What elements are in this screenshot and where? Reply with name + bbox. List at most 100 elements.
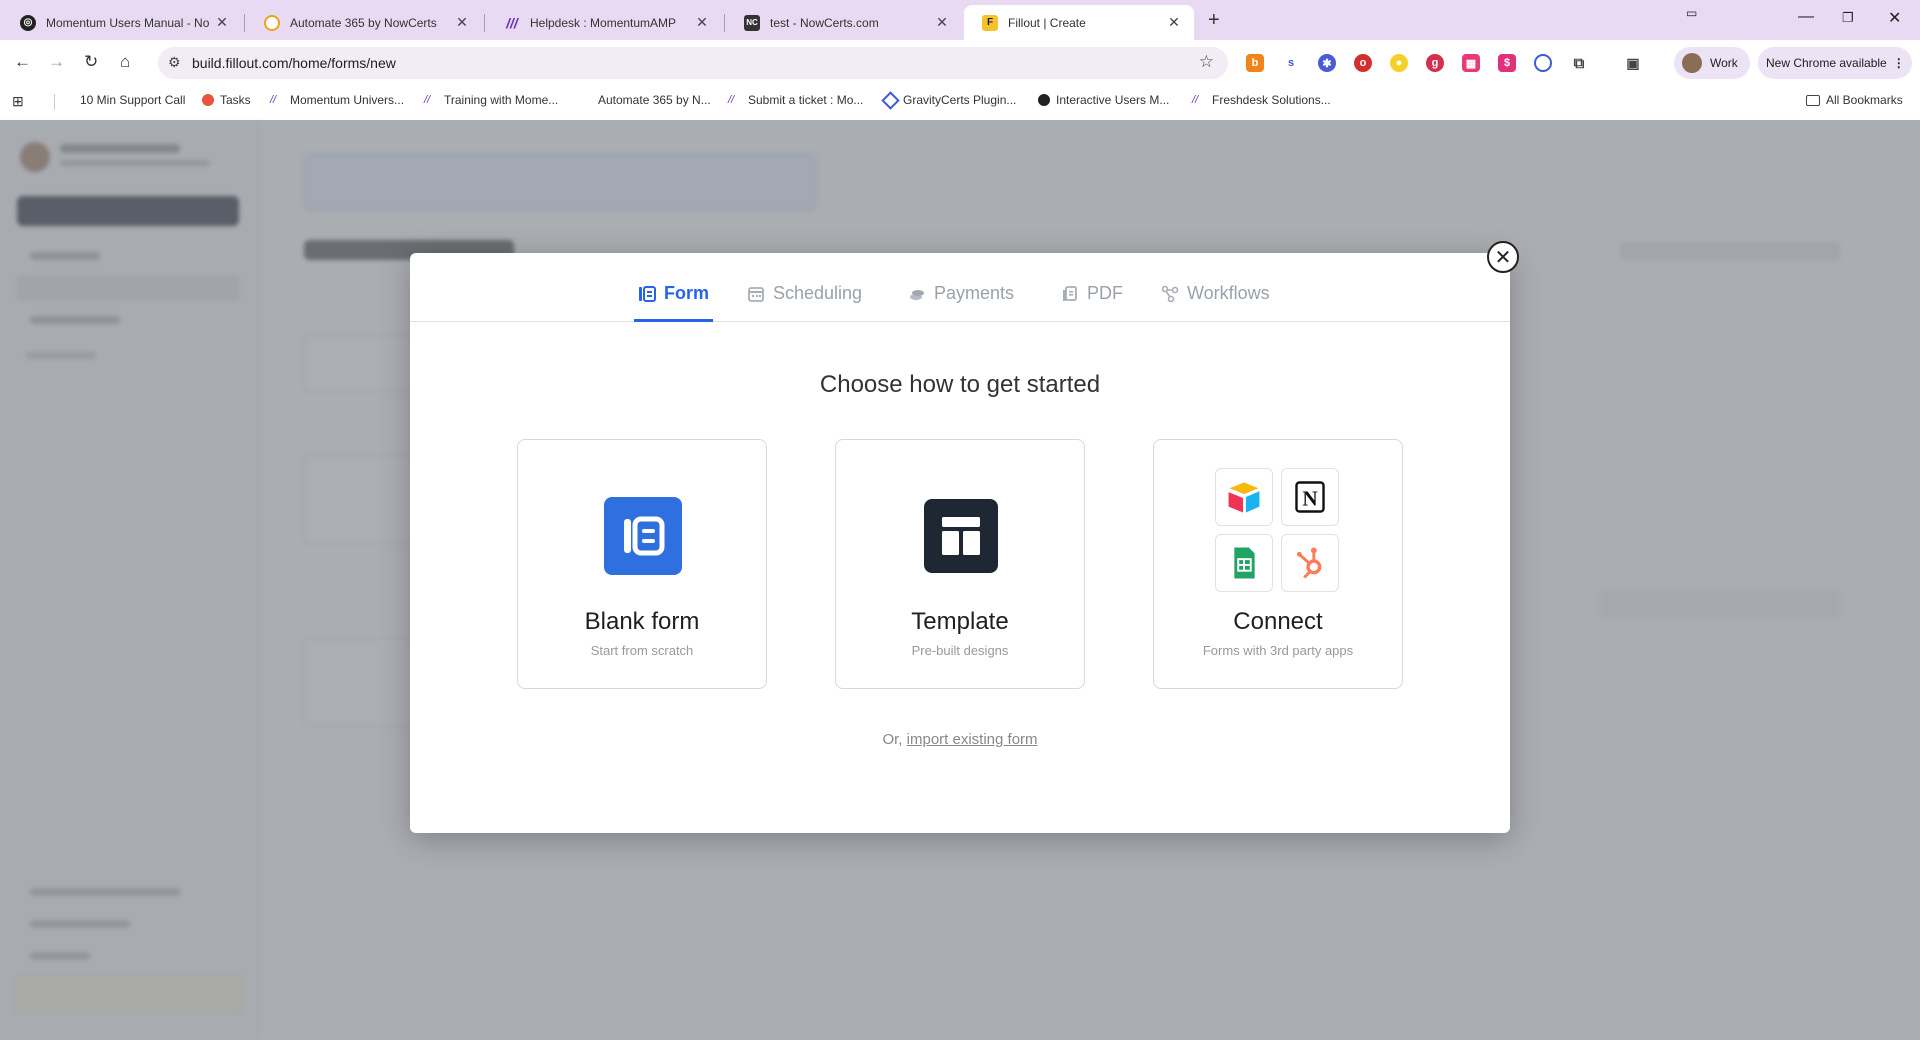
restore-button[interactable]: ❐: [1842, 10, 1854, 26]
bookmark-label: Training with Mome...: [444, 93, 559, 107]
template-icon: [924, 499, 998, 573]
blank-form-icon: [604, 497, 682, 575]
close-tab-icon[interactable]: ✕: [214, 14, 230, 31]
bookmark-label: 10 Min Support Call: [80, 93, 186, 107]
bookmark-label: Momentum Univers...: [290, 93, 405, 107]
card-title: Blank form: [584, 608, 700, 635]
new-tab-button[interactable]: +: [1208, 9, 1220, 32]
tab-form[interactable]: Form: [634, 283, 713, 322]
all-bookmarks[interactable]: All Bookmarks: [1806, 93, 1903, 107]
bookmark-interactive-users[interactable]: Interactive Users M...: [1038, 93, 1169, 107]
create-modal: Form Scheduling Payments PDF Workflows C…: [410, 253, 1510, 833]
close-tab-icon[interactable]: ✕: [694, 14, 710, 31]
tab-search-icon[interactable]: ▭: [1686, 6, 1697, 20]
bookmark-label: All Bookmarks: [1826, 93, 1903, 107]
extension-g-icon[interactable]: g: [1426, 54, 1444, 72]
bookmark-star-icon[interactable]: ☆: [1199, 52, 1214, 72]
back-icon[interactable]: ←: [14, 52, 31, 72]
blank-form-card[interactable]: Blank form Start from scratch: [517, 439, 767, 689]
address-bar[interactable]: ⚙ build.fillout.com/home/forms/new ☆: [158, 47, 1228, 79]
momentum-m-icon: //: [1192, 94, 1199, 106]
close-tab-icon[interactable]: ✕: [934, 14, 950, 31]
extension-grid-icon[interactable]: ▦: [1462, 54, 1480, 72]
extension-s-icon[interactable]: s: [1282, 54, 1300, 72]
modal-tabs: Form Scheduling Payments PDF Workflows: [410, 253, 1510, 322]
bookmark-label: GravityCerts Plugin...: [903, 93, 1017, 107]
extension-blogger-icon[interactable]: b: [1246, 54, 1264, 72]
extension-circle-icon[interactable]: [1534, 54, 1552, 72]
home-icon[interactable]: ⌂: [120, 52, 130, 72]
media-control-icon[interactable]: ▣: [1624, 54, 1642, 72]
bookmark-submit-ticket[interactable]: // Submit a ticket : Mo...: [728, 93, 863, 107]
svg-text:N: N: [1302, 487, 1318, 511]
form-icon: [639, 286, 656, 302]
google-sheets-icon: [1215, 534, 1273, 592]
momentum-m-icon: //: [728, 94, 735, 106]
browser-tab-momentum-manual[interactable]: ◎ Momentum Users Manual - No ✕: [2, 5, 242, 40]
close-tab-icon[interactable]: ✕: [1166, 14, 1182, 31]
bookmark-gravitycerts[interactable]: GravityCerts Plugin...: [881, 90, 1017, 110]
bookmark-divider: [54, 94, 55, 110]
extension-sun-icon[interactable]: ●: [1390, 54, 1408, 72]
tab-title: Momentum Users Manual - No: [46, 15, 210, 30]
tab-label: Scheduling: [773, 283, 863, 303]
notion-icon: N: [1281, 468, 1339, 526]
tab-label: Payments: [934, 283, 1015, 303]
bookmark-freshdesk[interactable]: // Freshdesk Solutions...: [1192, 93, 1331, 107]
browser-tab-helpdesk[interactable]: /// Helpdesk : MomentumAMP ✕: [486, 5, 722, 40]
workflow-icon: [1161, 285, 1179, 303]
kebab-menu-icon[interactable]: ⋮: [1893, 56, 1905, 70]
avatar: [1682, 53, 1702, 73]
tab-payments[interactable]: Payments: [908, 283, 1014, 321]
gravitycerts-icon: [881, 90, 900, 110]
reload-icon[interactable]: ↻: [84, 52, 98, 72]
bookmark-tasks[interactable]: Tasks: [202, 93, 251, 107]
apps-grid-icon[interactable]: ⊞: [12, 93, 24, 110]
tab-title: Helpdesk : MomentumAMP: [530, 15, 677, 30]
bookmark-label: Interactive Users M...: [1056, 93, 1170, 107]
template-card[interactable]: Template Pre-built designs: [835, 439, 1085, 689]
bookmark-support-call[interactable]: 10 Min Support Call: [80, 93, 185, 107]
footer-prefix: Or,: [882, 731, 903, 748]
browser-tab-fillout[interactable]: F Fillout | Create ✕: [964, 5, 1194, 40]
momentum-m-icon: //: [270, 94, 277, 106]
hubspot-icon: [1281, 534, 1339, 592]
tab-pdf[interactable]: PDF: [1061, 283, 1123, 321]
card-subtitle: Forms with 3rd party apps: [1202, 643, 1354, 658]
url-text[interactable]: build.fillout.com/home/forms/new: [192, 55, 396, 71]
extension-gear-icon[interactable]: ✱: [1318, 54, 1336, 72]
bookmark-automate365[interactable]: Automate 365 by N...: [598, 93, 711, 107]
tab-label: Workflows: [1187, 283, 1270, 303]
extension-rec-icon[interactable]: o: [1354, 54, 1372, 72]
minimize-button[interactable]: —: [1798, 8, 1814, 26]
connect-card[interactable]: N Connect Forms with 3rd party apps: [1153, 439, 1403, 689]
tab-divider: [244, 14, 245, 32]
update-label: New Chrome available: [1766, 56, 1887, 70]
profile-button[interactable]: Work: [1674, 47, 1750, 79]
extension-dollar-icon[interactable]: $: [1498, 54, 1516, 72]
fillout-icon: F: [982, 14, 998, 31]
tab-title: test - NowCerts.com: [770, 15, 879, 30]
chrome-update-button[interactable]: New Chrome available ⋮: [1758, 47, 1912, 79]
browser-tab-automate365[interactable]: Automate 365 by NowCerts ✕: [246, 5, 482, 40]
site-info-icon[interactable]: ⚙: [168, 54, 181, 71]
bookmark-momentum-university[interactable]: // Momentum Univers...: [270, 93, 404, 107]
tab-scheduling[interactable]: Scheduling: [747, 283, 862, 321]
tab-workflows[interactable]: Workflows: [1161, 283, 1270, 321]
tab-divider: [724, 14, 725, 32]
forward-icon[interactable]: →: [48, 52, 65, 72]
airtable-icon: [1215, 468, 1273, 526]
bookmark-label: Tasks: [220, 93, 251, 107]
close-icon: ✕: [1494, 246, 1512, 269]
card-title: Template: [911, 608, 1009, 635]
import-existing-form-link[interactable]: import existing form: [907, 731, 1038, 748]
payments-icon: [910, 290, 924, 300]
momentum-m-icon: //: [424, 94, 431, 106]
close-tab-icon[interactable]: ✕: [454, 14, 470, 31]
close-modal-button[interactable]: ✕: [1487, 241, 1519, 273]
close-window-button[interactable]: ✕: [1888, 8, 1901, 28]
browser-tab-nowcerts[interactable]: NC test - NowCerts.com ✕: [726, 5, 962, 40]
extensions-puzzle-icon[interactable]: ⧉: [1570, 54, 1588, 72]
bookmark-training[interactable]: // Training with Mome...: [424, 93, 558, 107]
nowcerts-icon: NC: [744, 14, 760, 31]
